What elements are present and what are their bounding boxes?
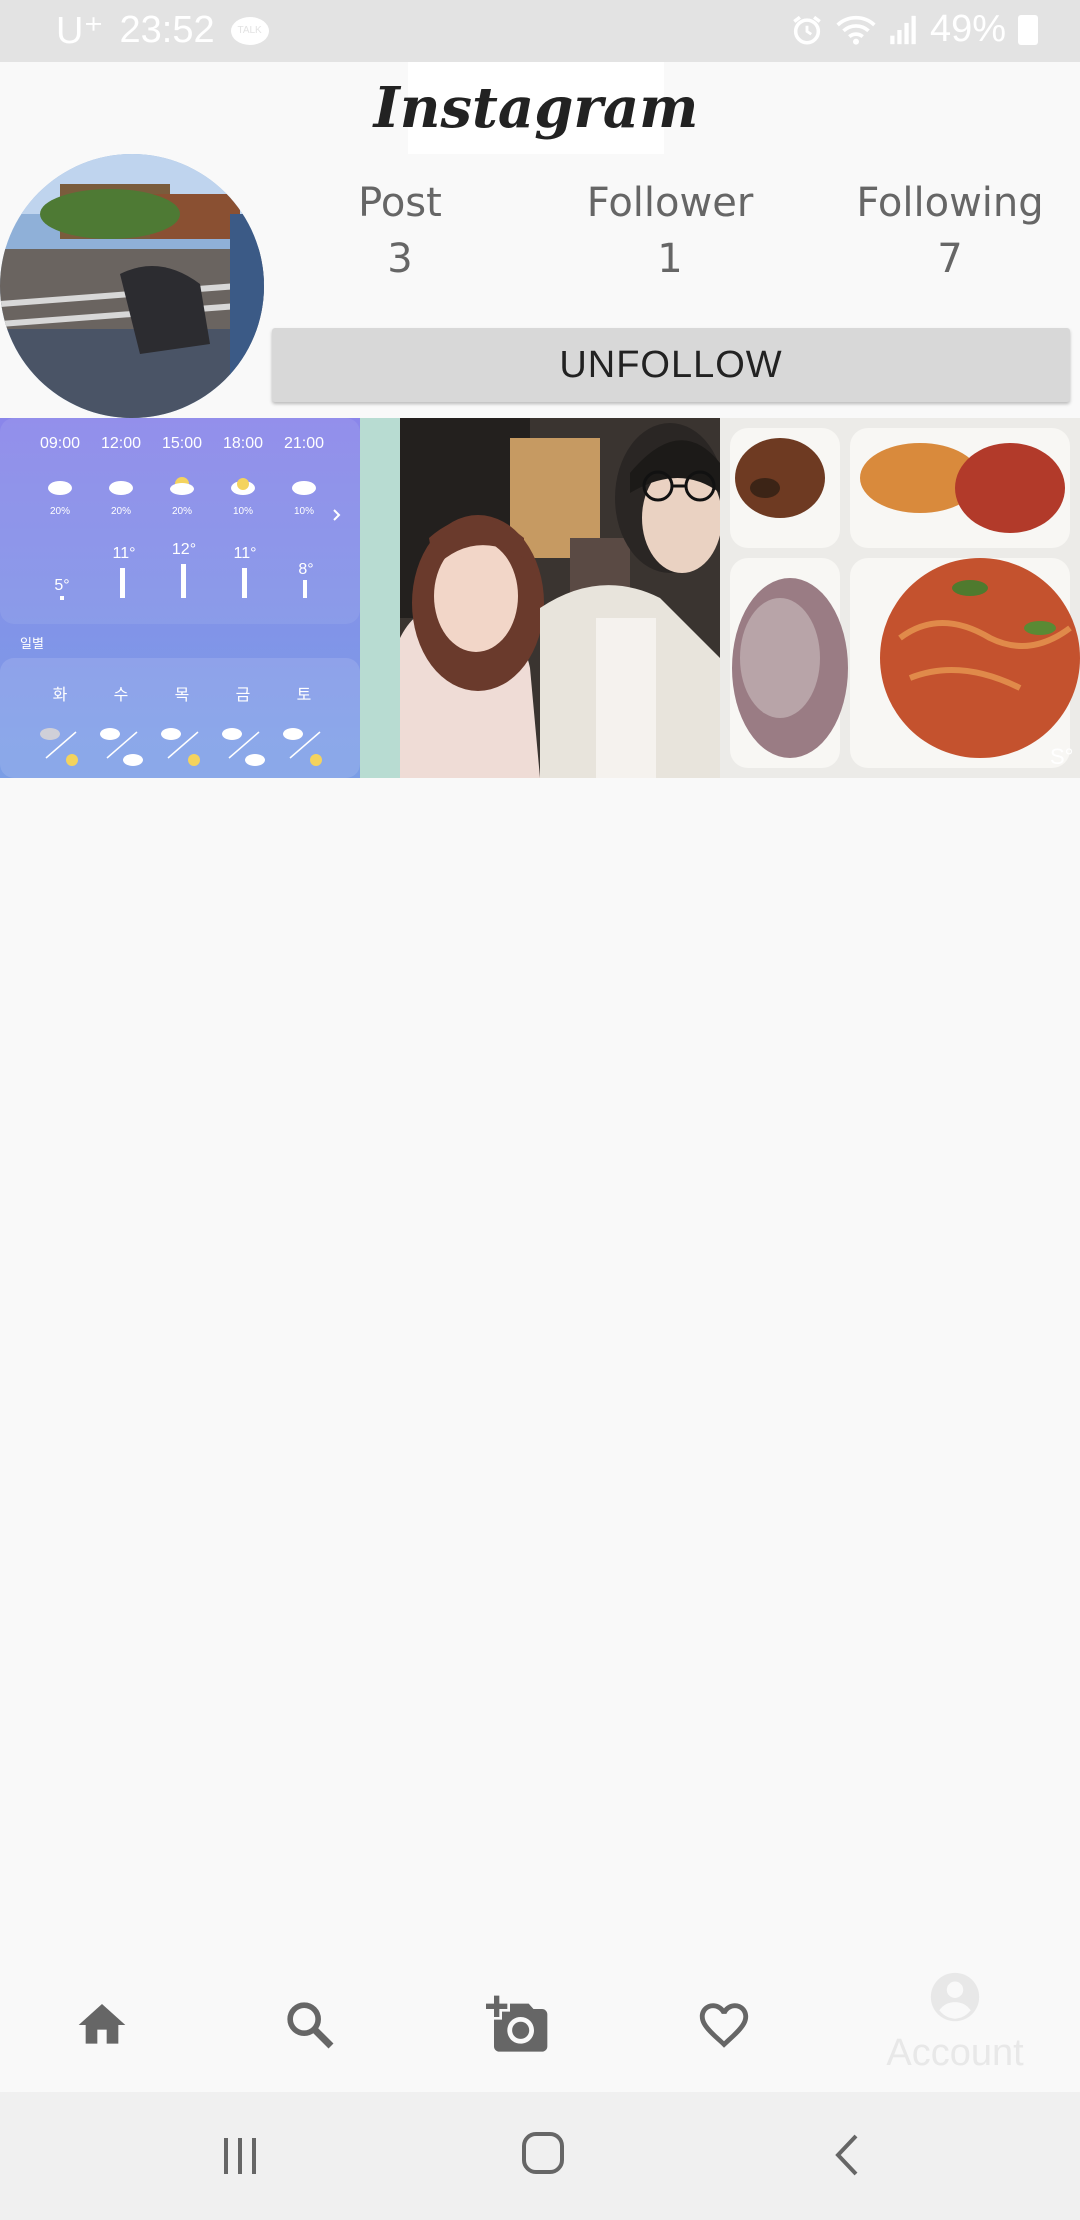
search-icon (287, 2002, 334, 2049)
weather-hour: 21:00 (284, 435, 324, 452)
weather-day: 금 (236, 687, 251, 704)
stat-label: Following (856, 180, 1044, 226)
sun-icon (237, 478, 249, 490)
weather-day: 토 (297, 687, 312, 704)
alarm-icon (793, 15, 821, 45)
nav-home[interactable] (52, 1960, 152, 2090)
clock: 23:52 (119, 9, 215, 51)
unfollow-button[interactable]: UNFOLLOW (272, 328, 1070, 402)
carrier-label: U⁺ (56, 10, 104, 52)
bottom-nav: Account (0, 1960, 1080, 2090)
profile-stats: Post 3 Follower 1 Following 7 (280, 180, 1080, 300)
post-thumbnail-weather[interactable]: 09:00 12:00 15:00 18:00 21:00 20% 20% 20… (0, 418, 360, 778)
weather-temp: 8° (298, 561, 313, 578)
weather-precip: 20% (50, 506, 70, 517)
system-nav-bar (0, 2092, 1080, 2220)
nav-account[interactable]: Account (870, 1960, 1040, 2090)
weather-hour: 18:00 (223, 435, 263, 452)
status-bar: U⁺ 23:52 TALK 49% (0, 0, 1080, 62)
weather-hour: 15:00 (162, 435, 202, 452)
weather-hour: 09:00 (40, 435, 80, 452)
stat-posts[interactable]: Post 3 (320, 180, 480, 282)
kakaotalk-icon: TALK (230, 16, 269, 45)
status-left: U⁺ 23:52 TALK (56, 8, 269, 53)
post-grid: 09:00 12:00 15:00 18:00 21:00 20% 20% 20… (0, 418, 1080, 778)
weather-day: 목 (175, 687, 190, 704)
weather-precip: 10% (294, 506, 314, 517)
home-icon (78, 2004, 126, 2044)
weather-temp: 5° (54, 577, 69, 594)
post-thumbnail-food[interactable]: S° (720, 418, 1080, 778)
recent-apps-icon[interactable] (220, 2134, 260, 2178)
account-icon (930, 1972, 980, 2022)
status-right: 49% (790, 8, 1038, 51)
stat-label: Follower (586, 180, 754, 226)
weather-day: 화 (53, 686, 68, 704)
profile-avatar[interactable] (0, 154, 264, 418)
nav-account-label: Account (886, 2032, 1024, 2074)
stat-following[interactable]: Following 7 (850, 180, 1050, 282)
avatar-photo (0, 154, 264, 418)
weather-precip: 20% (172, 506, 192, 517)
weather-temp: 11° (233, 545, 256, 562)
weather-temp: 11° (112, 545, 135, 562)
weather-temp: 12° (172, 541, 196, 558)
weather-hour: 12:00 (101, 435, 141, 452)
food-watermark: S° (1050, 744, 1073, 769)
weather-precip: 10% (233, 506, 253, 517)
add-photo-icon (486, 1995, 548, 2052)
back-icon[interactable] (830, 2132, 864, 2178)
selfie-image (360, 418, 720, 778)
nav-search[interactable] (260, 1960, 360, 2090)
wifi-icon (836, 15, 876, 45)
stat-followers[interactable]: Follower 1 (580, 180, 760, 282)
weather-precip: 20% (111, 506, 131, 517)
weather-section-label: 일별 (20, 636, 44, 651)
instagram-logo: Instagram (374, 62, 698, 154)
heart-icon (699, 2003, 749, 2048)
battery-percent: 49% (929, 8, 1006, 50)
stat-label: Post (358, 180, 442, 226)
food-image: S° (720, 418, 1080, 778)
home-circle-icon[interactable] (520, 2130, 566, 2176)
nav-add-photo[interactable] (468, 1960, 568, 2090)
signal-icon (890, 15, 916, 44)
stat-value: 7 (937, 236, 963, 282)
weather-day: 수 (114, 686, 129, 704)
battery-icon (1018, 14, 1038, 45)
stat-value: 1 (657, 236, 683, 282)
nav-activity[interactable] (674, 1960, 774, 2090)
weather-image: 09:00 12:00 15:00 18:00 21:00 20% 20% 20… (0, 418, 360, 778)
post-thumbnail-selfie[interactable] (360, 418, 720, 778)
stat-value: 3 (387, 236, 413, 282)
